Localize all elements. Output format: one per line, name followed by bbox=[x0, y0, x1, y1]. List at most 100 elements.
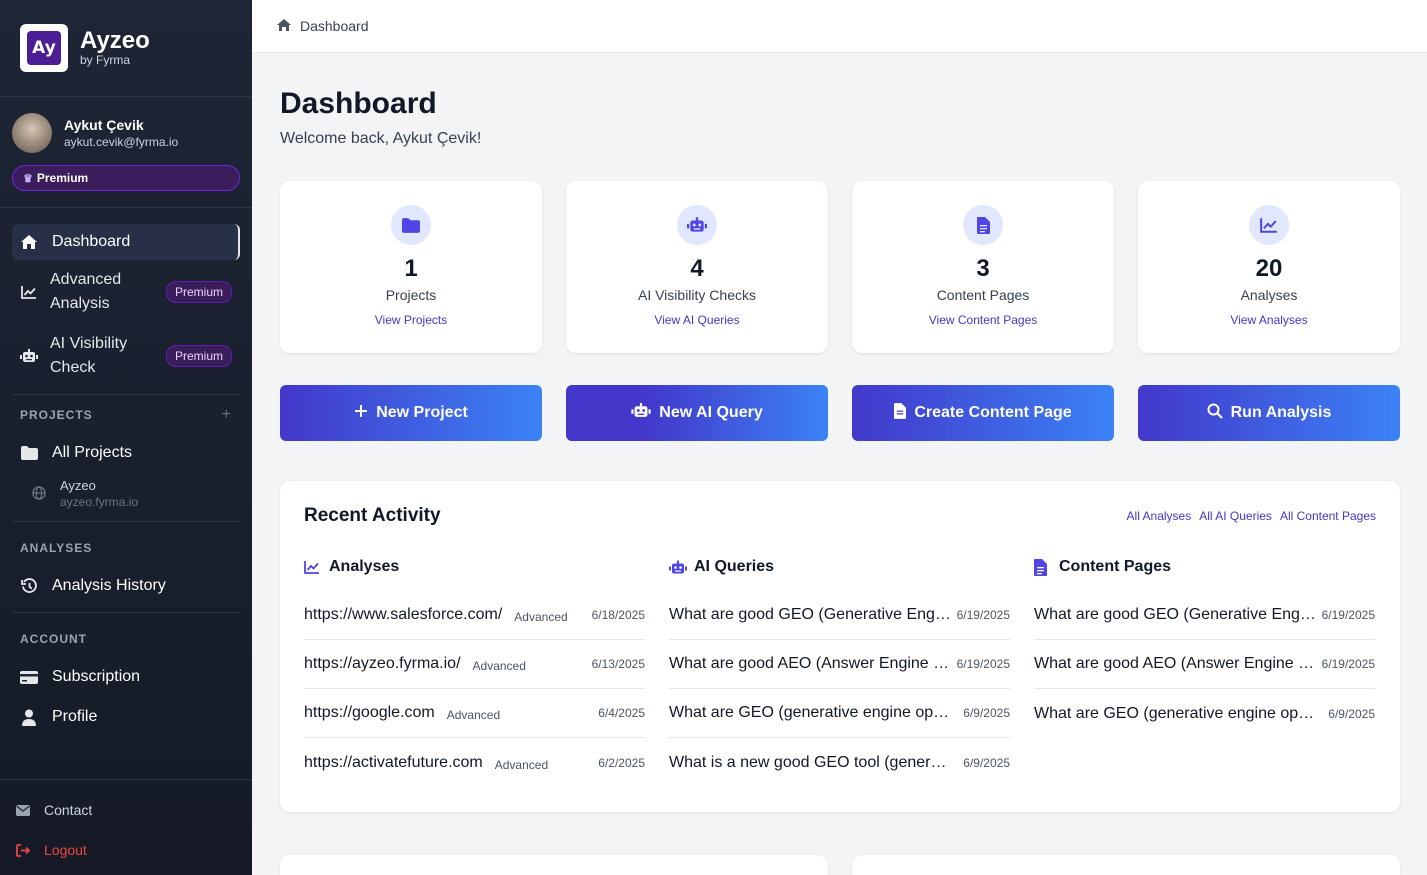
nav-ai-visibility[interactable]: AI Visibility Check Premium bbox=[12, 324, 240, 388]
stat-link[interactable]: View Analyses bbox=[1230, 313, 1307, 327]
new-ai-query-label: New AI Query bbox=[659, 404, 763, 421]
recent-activity-card: Recent Activity All Analyses All AI Quer… bbox=[280, 481, 1400, 812]
crown-icon: ♛ bbox=[23, 172, 33, 185]
nav-subscription[interactable]: Subscription bbox=[12, 659, 240, 695]
logout-icon bbox=[16, 843, 32, 857]
new-project-button[interactable]: New Project bbox=[280, 385, 542, 441]
list-item[interactable]: What are good AEO (Answer Engine Optimiz… bbox=[669, 640, 1010, 689]
stat-card-ai-visibility: 4 AI Visibility Checks View AI Queries bbox=[566, 181, 828, 353]
home-icon[interactable] bbox=[276, 18, 292, 34]
page-title: Dashboard bbox=[280, 87, 437, 120]
list-item[interactable]: https://activatefuture.com Advanced 6/2/… bbox=[304, 738, 645, 787]
more-cards bbox=[280, 855, 1400, 875]
robot-icon bbox=[677, 205, 717, 245]
credit-card-icon bbox=[20, 668, 38, 686]
nav-dashboard[interactable]: Dashboard bbox=[12, 224, 240, 260]
query-text: What are GEO (generative engine optimiza… bbox=[669, 704, 951, 721]
account-heading-label: ACCOUNT bbox=[20, 632, 87, 646]
new-ai-query-button[interactable]: New AI Query bbox=[566, 385, 828, 441]
list-item[interactable]: https://www.salesforce.com/ Advanced 6/1… bbox=[304, 591, 645, 640]
ai-queries-column: AI Queries What are good GEO (Generative… bbox=[669, 555, 1010, 787]
analysis-url: https://google.com bbox=[304, 704, 435, 721]
list-item[interactable]: https://ayzeo.fyrma.io/ Advanced 6/13/20… bbox=[304, 640, 645, 689]
list-item[interactable]: What are good GEO (Generative Engine Opt… bbox=[1034, 591, 1375, 640]
analyses-heading: Analyses bbox=[329, 558, 400, 575]
stat-link[interactable]: View Content Pages bbox=[929, 313, 1038, 327]
stat-value: 3 bbox=[976, 255, 990, 282]
list-item[interactable]: What are GEO (generative engine optimiza… bbox=[1034, 689, 1375, 738]
analysis-date: 6/13/2025 bbox=[591, 657, 645, 671]
nav-ai-visibility-label: AI Visibility Check bbox=[50, 335, 128, 376]
nav-advanced-analysis[interactable]: Advanced Analysis Premium bbox=[12, 260, 240, 324]
robot-icon bbox=[20, 349, 38, 363]
document-icon bbox=[894, 402, 907, 424]
card-placeholder bbox=[280, 855, 828, 875]
list-item[interactable]: https://google.com Advanced 6/4/2025 bbox=[304, 689, 645, 738]
analysis-date: 6/2/2025 bbox=[598, 755, 645, 770]
robot-icon bbox=[669, 558, 687, 576]
envelope-icon bbox=[16, 804, 32, 816]
home-icon bbox=[20, 233, 38, 251]
stat-value: 20 bbox=[1255, 255, 1283, 282]
breadcrumb-current: Dashboard bbox=[300, 18, 369, 34]
nav-profile[interactable]: Profile bbox=[12, 699, 240, 735]
analysis-url: https://www.salesforce.com/ bbox=[304, 606, 503, 623]
content-pages-column: Content Pages What are good GEO (Generat… bbox=[1034, 555, 1375, 787]
content-page-title: What are good AEO (Answer Engine Optimiz… bbox=[1034, 655, 1316, 672]
globe-icon bbox=[32, 486, 46, 500]
query-date: 6/19/2025 bbox=[956, 657, 1010, 671]
list-item[interactable]: What is a new good GEO tool (generative … bbox=[669, 738, 1010, 787]
all-ai-queries-link[interactable]: All AI Queries bbox=[1199, 509, 1272, 523]
history-icon bbox=[20, 577, 38, 595]
list-item[interactable]: What are GEO (generative engine optimiza… bbox=[669, 689, 1010, 738]
analyses-heading: ANALYSES bbox=[0, 528, 252, 568]
contact-link[interactable]: Contact bbox=[16, 800, 236, 820]
stat-label: Content Pages bbox=[936, 287, 1030, 303]
analysis-type: Advanced bbox=[446, 708, 501, 722]
logout-link[interactable]: Logout bbox=[16, 840, 236, 860]
chart-line-icon bbox=[1249, 205, 1289, 245]
brand-subtitle: by Fyrma bbox=[80, 53, 131, 67]
add-project-icon[interactable]: + bbox=[222, 406, 232, 424]
all-content-pages-link[interactable]: All Content Pages bbox=[1280, 509, 1376, 523]
all-analyses-link[interactable]: All Analyses bbox=[1127, 509, 1192, 523]
run-analysis-button[interactable]: Run Analysis bbox=[1138, 385, 1400, 441]
analysis-type: Advanced bbox=[472, 659, 526, 673]
logout-label: Logout bbox=[44, 842, 87, 858]
query-text: What are good AEO (Answer Engine Optimiz… bbox=[669, 655, 951, 672]
list-item[interactable]: What are good AEO (Answer Engine Optimiz… bbox=[1034, 640, 1375, 689]
stat-value: 4 bbox=[690, 255, 704, 282]
stat-value: 1 bbox=[404, 255, 418, 282]
avatar[interactable] bbox=[12, 113, 52, 153]
stat-link[interactable]: View Projects bbox=[375, 313, 447, 327]
content-page-title: What are GEO (generative engine optimiza… bbox=[1034, 704, 1316, 722]
plan-label: Premium bbox=[36, 171, 89, 185]
folder-icon bbox=[20, 444, 38, 462]
content-page-date: 6/19/2025 bbox=[1321, 657, 1375, 671]
plan-badge: ♛ Premium bbox=[12, 165, 240, 191]
stat-link[interactable]: View AI Queries bbox=[654, 313, 739, 327]
analysis-date: 6/4/2025 bbox=[598, 706, 645, 720]
project-item-ayzeo[interactable]: Ayzeo ayzeo.fyrma.io bbox=[0, 471, 252, 515]
chart-line-icon bbox=[304, 558, 322, 576]
nav-analysis-history[interactable]: Analysis History bbox=[12, 568, 240, 604]
create-content-page-label: Create Content Page bbox=[914, 404, 1072, 421]
create-content-page-button[interactable]: Create Content Page bbox=[852, 385, 1114, 441]
search-icon bbox=[1207, 403, 1223, 424]
brand-logo: Ay bbox=[20, 24, 68, 72]
list-item[interactable]: What are good GEO (Generative Engine Opt… bbox=[669, 591, 1010, 640]
activity-links: All Analyses All AI Queries All Content … bbox=[1127, 509, 1376, 523]
analysis-url: https://activatefuture.com bbox=[304, 753, 483, 771]
query-date: 6/9/2025 bbox=[963, 755, 1010, 770]
nav-all-projects[interactable]: All Projects bbox=[12, 435, 240, 471]
brand[interactable]: Ay Ayzeo by Fyrma bbox=[0, 0, 252, 97]
content-pages-heading: Content Pages bbox=[1059, 558, 1172, 575]
stats-row: 1 Projects View Projects 4 AI Visibility… bbox=[280, 181, 1400, 353]
ai-queries-heading: AI Queries bbox=[694, 558, 775, 575]
contact-label: Contact bbox=[44, 802, 93, 818]
document-icon bbox=[963, 205, 1003, 245]
premium-badge: Premium bbox=[165, 345, 232, 367]
user-panel: Aykut Çevik aykut.cevik@fyrma.io ♛ Premi… bbox=[0, 97, 252, 208]
document-icon bbox=[1034, 558, 1052, 576]
new-project-label: New Project bbox=[376, 404, 468, 421]
